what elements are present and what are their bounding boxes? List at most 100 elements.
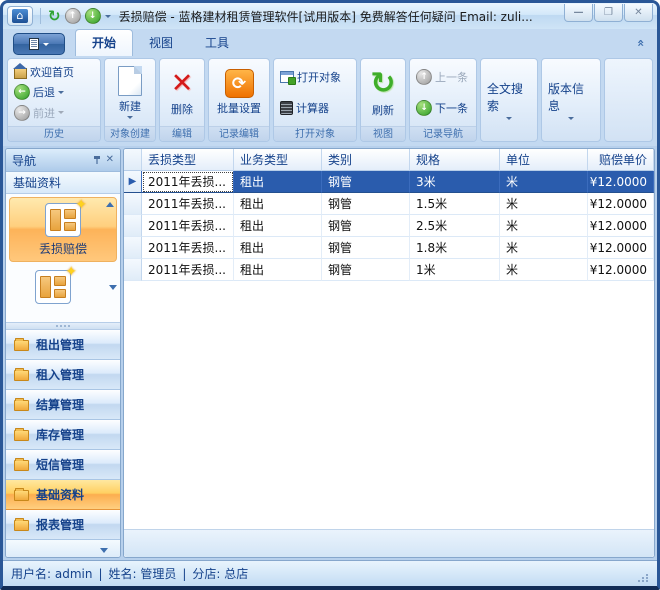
cell-unit-price[interactable]: ¥12.0000: [588, 259, 654, 281]
sidebar-folder-基础资料[interactable]: 基础资料: [6, 480, 120, 510]
delete-label: 删除: [171, 101, 193, 117]
sidebar-folder-租入管理[interactable]: 租入管理: [6, 360, 120, 390]
chevron-down-icon: [568, 117, 574, 120]
sidebar-folder-短信管理[interactable]: 短信管理: [6, 450, 120, 480]
column-header[interactable]: 业务类型: [234, 149, 322, 171]
ribbon-group-history: 欢迎首页 ← 后退 → 前进 历史: [7, 58, 101, 142]
close-button[interactable]: ✕: [624, 4, 653, 22]
column-header[interactable]: 类别: [322, 149, 410, 171]
calculator-button[interactable]: 计算器: [279, 98, 351, 117]
next-record-button[interactable]: ↓ 下一条: [415, 98, 471, 117]
folder-label: 库存管理: [36, 426, 84, 443]
cell-business-type[interactable]: 租出: [234, 237, 322, 259]
sidebar-big-item-secondary[interactable]: ✦: [9, 270, 117, 304]
new-button[interactable]: 新建: [114, 61, 146, 124]
quick-up-button[interactable]: ↑: [65, 8, 81, 24]
refresh-label: 刷新: [372, 102, 394, 118]
sidebar-folder-租出管理[interactable]: 租出管理: [6, 330, 120, 360]
cell-unit[interactable]: 米: [500, 171, 588, 193]
app-menu-button[interactable]: [13, 33, 65, 55]
chevron-down-icon[interactable]: [100, 548, 108, 553]
status-separator: |: [98, 567, 102, 581]
quick-refresh-icon[interactable]: ↻: [48, 8, 61, 24]
cell-spec[interactable]: 3米: [410, 171, 500, 193]
scroll-up-icon[interactable]: [106, 202, 114, 207]
welcome-home-button[interactable]: 欢迎首页: [13, 63, 95, 82]
sidebar-item-loss-compensation[interactable]: ✦ 丢损赔偿: [9, 197, 117, 262]
sidebar-splitter[interactable]: [6, 322, 120, 330]
table-row[interactable]: 2011年丢损... 租出 钢管 1米 米 ¥12.0000: [124, 259, 654, 281]
tab-start[interactable]: 开始: [75, 29, 133, 56]
home-button[interactable]: ⌂: [7, 6, 33, 26]
cell-business-type[interactable]: 租出: [234, 171, 322, 193]
cell-spec[interactable]: 2.5米: [410, 215, 500, 237]
scroll-down-icon[interactable]: [109, 285, 117, 290]
quick-access-dropdown-icon[interactable]: [105, 15, 111, 18]
cell-category[interactable]: 钢管: [322, 215, 410, 237]
cell-unit[interactable]: 米: [500, 237, 588, 259]
cell-loss-type[interactable]: 2011年丢损...: [142, 193, 234, 215]
table-row[interactable]: 2011年丢损... 租出 钢管 2.5米 米 ¥12.0000: [124, 215, 654, 237]
cell-loss-type[interactable]: 2011年丢损...: [142, 171, 234, 193]
cell-unit-price[interactable]: ¥12.0000: [588, 171, 654, 193]
previous-record-button[interactable]: ↑ 上一条: [415, 68, 471, 87]
forward-button[interactable]: → 前进: [13, 103, 95, 122]
column-header[interactable]: 规格: [410, 149, 500, 171]
folder-icon: [14, 460, 29, 471]
nav-title: 导航: [12, 152, 88, 169]
back-button[interactable]: ← 后退: [13, 83, 95, 102]
sidebar-section-header[interactable]: 基础资料: [6, 172, 120, 194]
sidebar-folder-库存管理[interactable]: 库存管理: [6, 420, 120, 450]
table-row[interactable]: 2011年丢损... 租出 钢管 1.5米 米 ¥12.0000: [124, 193, 654, 215]
resize-grip[interactable]: [638, 574, 649, 582]
fulltext-search-button[interactable]: 全文搜索: [481, 59, 537, 141]
cell-business-type[interactable]: 租出: [234, 193, 322, 215]
cell-spec[interactable]: 1.5米: [410, 193, 500, 215]
cell-unit[interactable]: 米: [500, 259, 588, 281]
cell-category[interactable]: 钢管: [322, 193, 410, 215]
cell-category[interactable]: 钢管: [322, 259, 410, 281]
close-icon[interactable]: ✕: [106, 155, 114, 165]
table-row[interactable]: ▶ 2011年丢损... 租出 钢管 3米 米 ¥12.0000: [124, 171, 654, 193]
batch-settings-button[interactable]: ⟳ 批量设置: [213, 61, 265, 124]
chevron-down-icon: [506, 117, 512, 120]
cell-loss-type[interactable]: 2011年丢损...: [142, 215, 234, 237]
delete-button[interactable]: ✕ 删除: [167, 61, 198, 124]
tab-tools[interactable]: 工具: [189, 30, 245, 56]
cell-category[interactable]: 钢管: [322, 171, 410, 193]
column-header[interactable]: 丢损类型: [142, 149, 234, 171]
cell-unit-price[interactable]: ¥12.0000: [588, 237, 654, 259]
open-object-button[interactable]: 打开对象: [279, 68, 351, 87]
collapse-ribbon-icon[interactable]: «: [634, 39, 648, 47]
cell-loss-type[interactable]: 2011年丢损...: [142, 259, 234, 281]
pin-icon[interactable]: [92, 155, 102, 165]
cell-category[interactable]: 钢管: [322, 237, 410, 259]
cell-unit-price[interactable]: ¥12.0000: [588, 215, 654, 237]
quick-down-button[interactable]: ↓: [85, 8, 101, 24]
cell-spec[interactable]: 1米: [410, 259, 500, 281]
cell-unit-price[interactable]: ¥12.0000: [588, 193, 654, 215]
cell-unit[interactable]: 米: [500, 215, 588, 237]
cell-loss-type[interactable]: 2011年丢损...: [142, 237, 234, 259]
back-arrow-icon: ←: [14, 84, 30, 100]
window-controls: — ❐ ✕: [564, 4, 653, 22]
sidebar-folder-报表管理[interactable]: 报表管理: [6, 510, 120, 540]
maximize-button[interactable]: ❐: [594, 4, 623, 22]
cell-spec[interactable]: 1.8米: [410, 237, 500, 259]
refresh-button[interactable]: ↻ 刷新: [366, 61, 399, 124]
version-info-button[interactable]: 版本信息: [542, 59, 600, 141]
table-row[interactable]: 2011年丢损... 租出 钢管 1.8米 米 ¥12.0000: [124, 237, 654, 259]
folder-icon: [14, 490, 29, 501]
calculator-icon: [280, 101, 293, 115]
main-area: 导航 ✕ 基础资料 ✦ 丢损赔偿: [3, 146, 657, 560]
status-bar: 用户名: admin | 姓名: 管理员 | 分店: 总店: [3, 560, 657, 586]
cell-unit[interactable]: 米: [500, 193, 588, 215]
column-header[interactable]: 赔偿单价: [588, 149, 654, 171]
sidebar-folder-结算管理[interactable]: 结算管理: [6, 390, 120, 420]
tab-view[interactable]: 视图: [133, 30, 189, 56]
cell-business-type[interactable]: 租出: [234, 259, 322, 281]
column-header[interactable]: 单位: [500, 149, 588, 171]
minimize-button[interactable]: —: [564, 4, 593, 22]
row-indicator: ▶: [124, 171, 142, 193]
cell-business-type[interactable]: 租出: [234, 215, 322, 237]
